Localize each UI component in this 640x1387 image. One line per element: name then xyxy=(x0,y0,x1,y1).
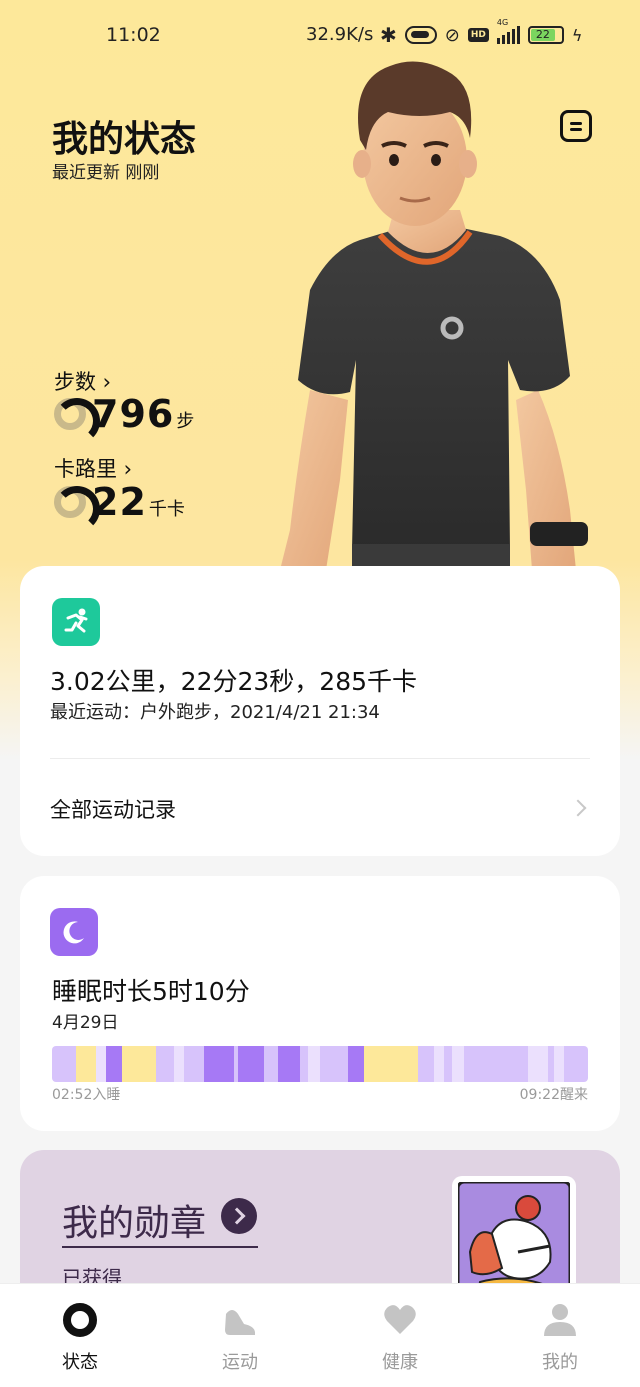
calories-unit: 千卡 xyxy=(148,499,185,520)
status-icons: ✱ ⊘ HD 4G 22 ϟ xyxy=(380,18,583,48)
bottom-tab-bar: 状态 运动 健康 我的 xyxy=(0,1283,640,1387)
tab-label: 健康 xyxy=(382,1352,418,1373)
sleep-segment xyxy=(364,1046,418,1082)
sleep-segment xyxy=(464,1046,528,1082)
chevron-right-icon[interactable] xyxy=(221,1198,257,1234)
exercise-summary: 3.02公里，22分23秒，285千卡 xyxy=(50,667,418,696)
chevron-right-icon: › xyxy=(117,457,133,481)
last-updated: 最近更新 刚刚 xyxy=(52,163,160,183)
avatar xyxy=(280,61,588,570)
sleep-duration: 睡眠时长5时10分 xyxy=(52,977,250,1006)
tab-exercise[interactable]: 运动 xyxy=(180,1284,300,1387)
sleep-segment xyxy=(300,1046,308,1082)
sleep-segment xyxy=(204,1046,234,1082)
network-type: 4G xyxy=(496,18,509,27)
hd-icon: HD xyxy=(467,28,489,42)
toggle-icon xyxy=(404,26,437,44)
sleep-segment xyxy=(452,1046,464,1082)
status-time: 11:02 xyxy=(106,24,161,46)
tab-label: 运动 xyxy=(222,1352,258,1373)
tab-label: 状态 xyxy=(62,1352,98,1373)
calories-ring-icon xyxy=(54,486,100,532)
battery-icon: 22 xyxy=(527,26,564,44)
sleep-card[interactable]: 睡眠时长5时10分 4月29日 02:52入睡 09:22醒来 xyxy=(20,876,620,1131)
sleep-segment xyxy=(554,1046,564,1082)
tab-me[interactable]: 我的 xyxy=(500,1284,620,1387)
battery-level: 22 xyxy=(530,29,555,41)
sleep-segment xyxy=(106,1046,122,1082)
steps-unit: 步 xyxy=(176,411,195,432)
exercise-card[interactable]: 3.02公里，22分23秒，285千卡 最近运动：户外跑步，2021/4/21 … xyxy=(20,566,620,856)
sleep-segment xyxy=(308,1046,320,1082)
calories-label: 卡路里 xyxy=(54,457,117,481)
sleep-segment xyxy=(122,1046,156,1082)
divider xyxy=(50,758,590,759)
sleep-segment xyxy=(52,1046,76,1082)
sleep-segment xyxy=(320,1046,348,1082)
shoe-icon xyxy=(225,1310,255,1335)
status-ring-icon xyxy=(63,1303,97,1337)
sleep-segment xyxy=(264,1046,278,1082)
sleep-segment xyxy=(96,1046,106,1082)
steps-label: 步数 xyxy=(54,370,96,394)
running-icon xyxy=(52,598,100,646)
sleep-segment xyxy=(434,1046,444,1082)
tab-status[interactable]: 状态 xyxy=(20,1284,140,1387)
mute-icon: ⊘ xyxy=(444,24,460,46)
sleep-segment xyxy=(444,1046,452,1082)
charging-icon: ϟ xyxy=(571,25,583,45)
exercise-recent: 最近运动：户外跑步，2021/4/21 21:34 xyxy=(50,702,380,723)
sleep-segment xyxy=(564,1046,588,1082)
badge-title: 我的勋章 xyxy=(62,1203,207,1244)
calories-metric[interactable]: 22 千卡 xyxy=(54,480,185,532)
sleep-segment xyxy=(76,1046,96,1082)
all-records-link[interactable]: 全部运动记录 xyxy=(50,794,176,824)
calories-label-link[interactable]: 卡路里 › xyxy=(54,453,132,483)
sleep-end-label: 09:22醒来 xyxy=(519,1087,588,1103)
moon-icon xyxy=(50,908,98,956)
chevron-right-icon: › xyxy=(96,370,112,394)
status-net-speed: 32.9K/s xyxy=(306,24,374,45)
tab-label: 我的 xyxy=(542,1352,578,1373)
sleep-start-label: 02:52入睡 xyxy=(52,1087,121,1103)
sleep-segment xyxy=(174,1046,184,1082)
steps-ring-icon xyxy=(54,398,100,444)
sleep-segment xyxy=(418,1046,434,1082)
sleep-segment xyxy=(278,1046,300,1082)
sleep-segment xyxy=(238,1046,264,1082)
sleep-segment xyxy=(528,1046,548,1082)
calories-value: 22 xyxy=(92,480,147,524)
steps-value: 796 xyxy=(92,392,175,436)
sleep-segment xyxy=(156,1046,174,1082)
steps-metric[interactable]: 796 步 xyxy=(54,392,195,444)
chevron-right-icon xyxy=(569,799,587,817)
heart-icon xyxy=(384,1305,416,1334)
sleep-date: 4月29日 xyxy=(52,1013,119,1033)
tab-health[interactable]: 健康 xyxy=(340,1284,460,1387)
sleep-segment xyxy=(184,1046,204,1082)
person-icon xyxy=(544,1304,576,1336)
badge-underline xyxy=(62,1246,258,1248)
sleep-stage-bar[interactable] xyxy=(52,1046,588,1082)
signal-icon: 4G xyxy=(496,18,520,44)
bluetooth-icon: ✱ xyxy=(380,23,397,47)
sleep-segment xyxy=(348,1046,364,1082)
page-title: 我的状态 xyxy=(52,119,197,160)
